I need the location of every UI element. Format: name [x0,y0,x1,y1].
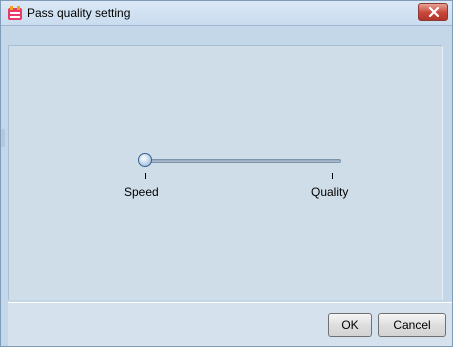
slider-label-quality: Quality [311,185,349,199]
slider-tick-speed [145,173,146,179]
content-panel [8,45,443,300]
dialog-window: Pass quality setting Speed Quality OK Ca… [0,0,453,347]
close-icon [428,7,440,17]
panel-edge-mark [1,129,5,147]
quality-slider-track[interactable] [145,159,341,163]
slider-label-speed: Speed [124,185,159,199]
window-title: Pass quality setting [27,6,131,20]
quality-slider-thumb[interactable] [138,153,152,167]
slider-tick-quality [332,173,333,179]
title-bar[interactable]: Pass quality setting [1,1,452,26]
close-button[interactable] [418,3,448,21]
cancel-button[interactable]: Cancel [378,313,446,337]
ok-button[interactable]: OK [328,313,372,337]
app-icon [7,5,23,21]
